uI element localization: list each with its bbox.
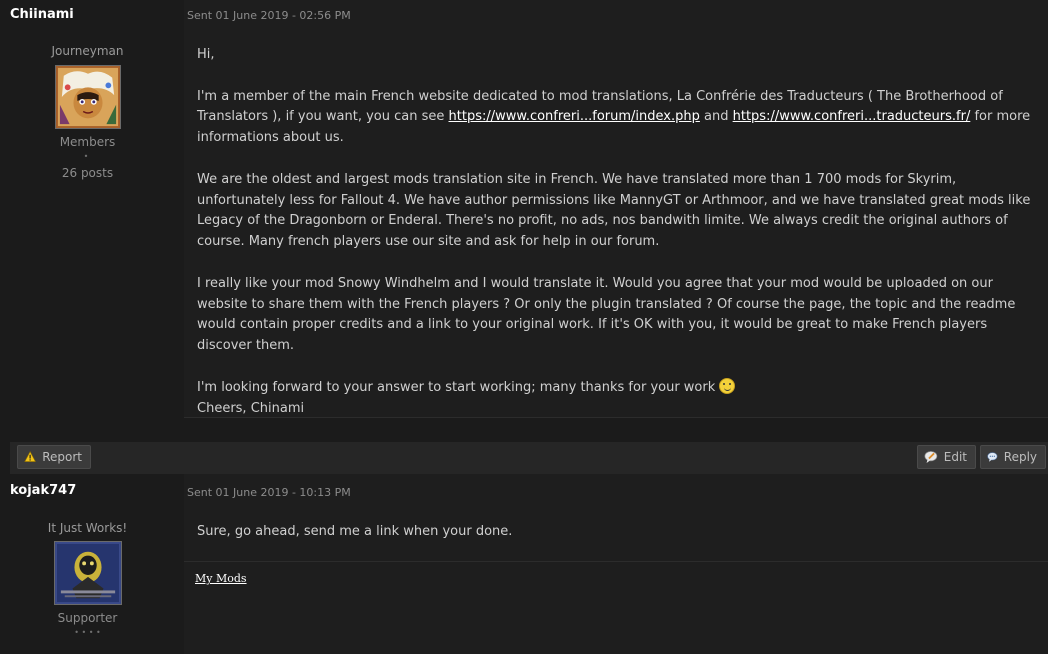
text: and	[699, 109, 733, 125]
author-info: Journeyman Members • 26 posts	[0, 44, 175, 180]
signoff: Cheers, Chinami	[197, 400, 305, 416]
rank-pips: • • • •	[74, 628, 101, 637]
divider	[184, 417, 1048, 418]
author-name[interactable]: kojak747	[10, 483, 76, 498]
avatar[interactable]	[54, 65, 121, 129]
website-link[interactable]: https://www.confreri...traducteurs.fr/	[733, 109, 971, 124]
author-name[interactable]: Chiinami	[10, 7, 74, 22]
wink-smiley-icon	[719, 377, 736, 394]
report-button[interactable]: Report	[17, 445, 91, 469]
post-count: 26 posts	[61, 166, 114, 180]
greeting: Hi,	[197, 47, 215, 62]
rank-title: Journeyman	[51, 44, 124, 58]
reply-label: Reply	[1003, 450, 1037, 464]
paragraph: I really like your mod Snowy Windhelm an…	[197, 275, 1016, 354]
member-group: Supporter	[57, 611, 118, 625]
reply-button[interactable]: Reply	[980, 445, 1046, 469]
rank-pips: •	[83, 152, 92, 161]
pencil-bubble-icon	[924, 451, 938, 464]
forum-link[interactable]: https://www.confreri...forum/index.php	[449, 109, 700, 124]
signature-divider	[184, 561, 1048, 562]
paragraph: We are the oldest and largest mods trans…	[197, 171, 1031, 250]
speech-bubble-icon	[987, 452, 998, 462]
text: I'm looking forward to your answer to st…	[197, 379, 720, 395]
edit-label: Edit	[943, 450, 967, 464]
post-date: Sent 01 June 2019 - 10:13 PM	[187, 486, 351, 499]
post-content	[184, 474, 1048, 654]
warning-icon	[24, 451, 36, 462]
author-info: It Just Works! Supporter • • • •	[0, 521, 175, 638]
post-body: Hi, I'm a member of the main French webs…	[197, 45, 1042, 419]
post: Chiinami Sent 01 June 2019 - 02:56 PM Jo…	[0, 0, 1048, 442]
edit-button[interactable]: Edit	[917, 445, 976, 469]
post-body: Sure, go ahead, send me a link when your…	[197, 522, 1042, 543]
rank-title: It Just Works!	[47, 521, 128, 535]
paragraph: I'm looking forward to your answer to st…	[197, 377, 1042, 420]
paragraph: Sure, go ahead, send me a link when your…	[197, 524, 513, 539]
member-group: Members	[59, 135, 116, 149]
post-date: Sent 01 June 2019 - 02:56 PM	[187, 9, 351, 22]
post-actions-bar: Report Edit Reply	[10, 442, 1048, 474]
post: kojak747 Sent 01 June 2019 - 10:13 PM It…	[0, 474, 1048, 654]
report-label: Report	[42, 450, 82, 464]
avatar[interactable]	[53, 541, 122, 605]
signature-link[interactable]: My Mods	[195, 572, 247, 585]
paragraph: I'm a member of the main French website …	[197, 87, 1042, 149]
